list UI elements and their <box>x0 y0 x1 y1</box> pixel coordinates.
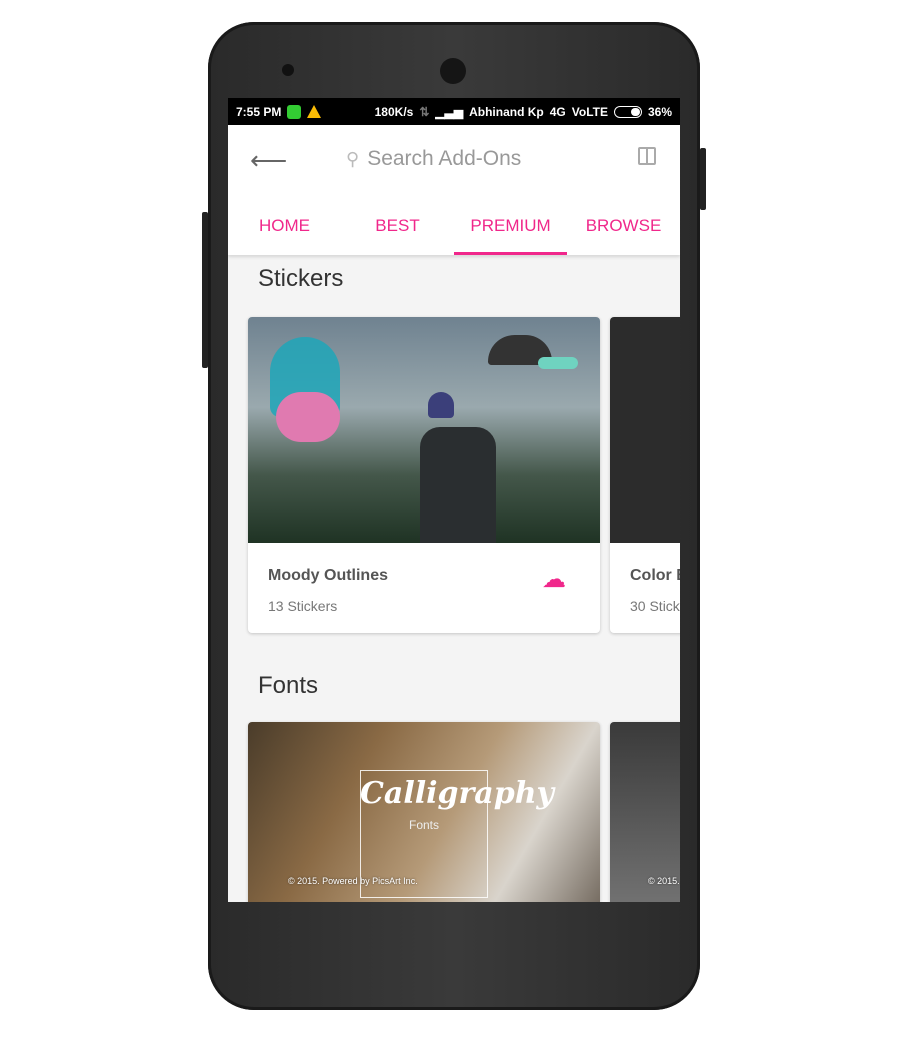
font-card-credit: © 2015. Powered by PicsArt Inc. <box>288 876 418 886</box>
carrier-name: Abhinand Kp <box>469 104 544 119</box>
card-subtitle: 30 Stick <box>630 598 680 614</box>
search-icon: ⚲ <box>346 148 360 169</box>
card-subtitle: 13 Stickers <box>268 598 338 614</box>
app-bar: ⟵ ⚲ Search Add-Ons HOME BEST PREMIUM BRO… <box>228 125 680 255</box>
sticker-card[interactable]: Moody Outlines 13 Stickers ☁ <box>248 317 600 633</box>
sticker-card-image <box>248 317 600 543</box>
sticker-card-image <box>610 317 680 543</box>
tab-bar: HOME BEST PREMIUM BROWSE <box>228 197 680 255</box>
font-card-credit: © 2015. P <box>648 876 680 886</box>
section-title-fonts: Fonts <box>258 672 319 699</box>
battery-percent: 36% <box>647 104 672 119</box>
search-input[interactable]: ⚲ Search Add-Ons <box>346 147 521 171</box>
card-title: Color B <box>630 567 680 584</box>
volume-button <box>202 212 208 368</box>
font-card[interactable]: © 2015. P <box>610 722 680 902</box>
section-title-stickers: Stickers <box>258 265 344 292</box>
whatsapp-icon <box>287 104 302 119</box>
network-type: 4G <box>549 104 566 119</box>
screen: 7:55 PM 180K/s ⇅ ▁▃▅ Abhinand Kp 4G VoLT… <box>228 98 680 902</box>
cloud-download-icon[interactable]: ☁ <box>542 565 566 594</box>
card-title: Moody Outlines <box>268 567 388 584</box>
data-arrows-icon: ⇅ <box>419 104 430 119</box>
search-placeholder: Search Add-Ons <box>367 147 522 170</box>
battery-icon <box>613 105 642 118</box>
font-card[interactable]: Calligraphy Fonts © 2015. Powered by Pic… <box>248 722 600 902</box>
earpiece <box>440 58 466 84</box>
tab-browse[interactable]: BROWSE <box>567 197 680 255</box>
power-button <box>700 148 706 210</box>
gift-icon[interactable] <box>638 147 656 165</box>
tab-premium[interactable]: PREMIUM <box>454 197 567 255</box>
drive-icon <box>307 105 322 118</box>
font-card-title: Calligraphy <box>360 776 554 811</box>
front-camera <box>282 64 294 76</box>
tab-home[interactable]: HOME <box>228 197 341 255</box>
signal-icon: ▁▃▅ <box>435 104 464 119</box>
status-bar: 7:55 PM 180K/s ⇅ ▁▃▅ Abhinand Kp 4G VoLT… <box>228 98 680 125</box>
network-speed: 180K/s <box>374 104 414 119</box>
tab-best[interactable]: BEST <box>341 197 454 255</box>
volte-label: VoLTE <box>571 104 608 119</box>
arrow-left-icon[interactable]: ⟵ <box>250 145 287 176</box>
sticker-card[interactable]: Color B 30 Stick <box>610 317 680 633</box>
font-card-subtitle: Fonts <box>408 818 439 832</box>
status-time: 7:55 PM <box>236 104 282 119</box>
